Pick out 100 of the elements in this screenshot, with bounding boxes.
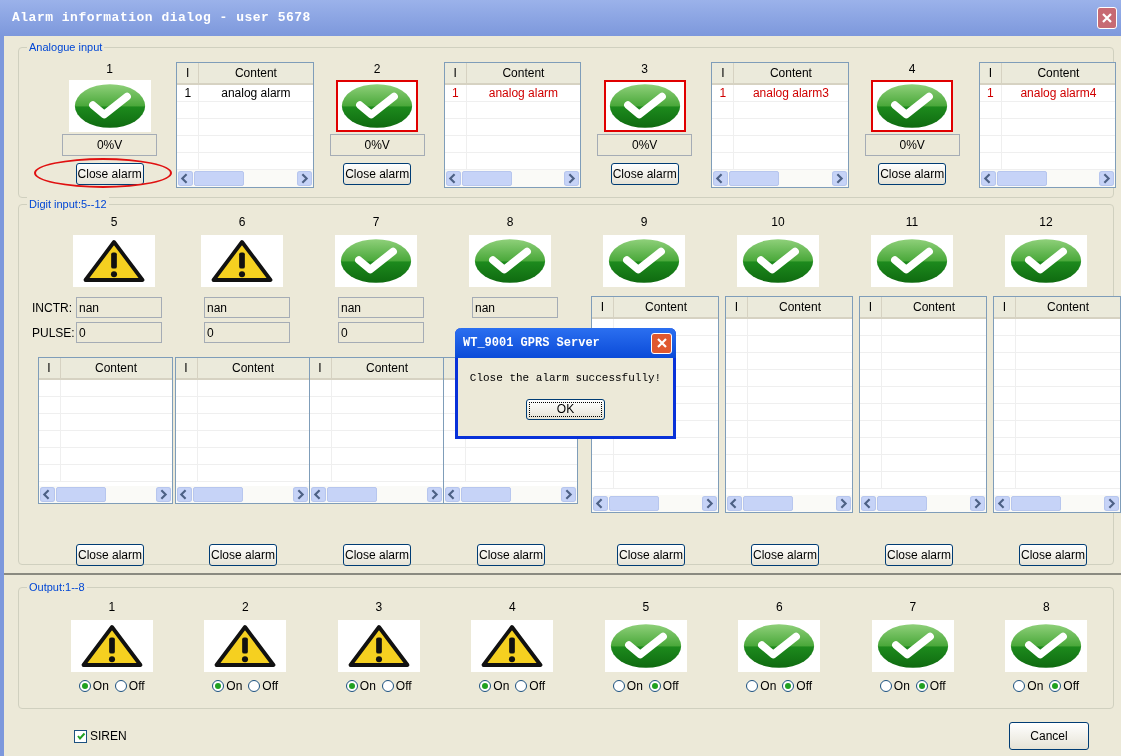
column-header: Content xyxy=(779,299,821,316)
input-field[interactable]: 0 xyxy=(338,322,424,343)
scroll-left-icon xyxy=(995,496,1010,511)
column-header: I xyxy=(600,299,605,316)
close-alarm-button[interactable]: Close alarm xyxy=(75,163,144,185)
radio-button[interactable]: Off xyxy=(114,677,145,695)
scrollbar-thumb[interactable] xyxy=(996,171,1047,186)
scrollbar-thumb[interactable] xyxy=(192,487,243,502)
radio-button[interactable]: Off xyxy=(1049,677,1080,695)
scrollbar-thumb[interactable] xyxy=(743,496,793,511)
cancel-button[interactable]: Cancel xyxy=(1009,722,1089,750)
close-button[interactable] xyxy=(1097,7,1117,29)
horizontal-scrollbar[interactable] xyxy=(309,486,443,503)
horizontal-scrollbar[interactable] xyxy=(994,495,1120,512)
column-header: Content xyxy=(95,360,137,377)
horizontal-scrollbar[interactable] xyxy=(443,486,577,503)
scrollbar-thumb[interactable] xyxy=(461,171,512,186)
radio-button[interactable]: On xyxy=(345,677,376,695)
scrollbar-thumb[interactable] xyxy=(326,487,377,502)
scrollbar-thumb[interactable] xyxy=(194,171,245,186)
column-header: Content xyxy=(1037,65,1080,82)
column-header: I xyxy=(47,360,51,377)
channel-number: 8 xyxy=(506,215,514,231)
horizontal-scrollbar[interactable] xyxy=(592,495,718,512)
scrollbar-thumb[interactable] xyxy=(1011,496,1061,511)
scroll-right-icon xyxy=(702,496,717,511)
table-cell: analog alarm xyxy=(221,85,291,102)
radio-button[interactable]: On xyxy=(212,677,243,695)
horizontal-scrollbar[interactable] xyxy=(444,170,581,187)
table-cell: 1 xyxy=(719,85,727,102)
scrollbar-thumb[interactable] xyxy=(55,487,106,502)
radio-button[interactable]: On xyxy=(746,677,777,695)
scroll-left-icon xyxy=(310,487,326,502)
close-alarm-button[interactable]: Close alarm xyxy=(617,544,685,566)
channel-number: 9 xyxy=(640,215,648,231)
radio-button[interactable]: On xyxy=(78,677,109,695)
radio-button[interactable]: On xyxy=(1013,677,1044,695)
column-header: I xyxy=(734,299,739,316)
close-alarm-button[interactable]: Close alarm xyxy=(343,544,411,566)
ok-button[interactable]: OK xyxy=(526,398,605,420)
close-alarm-button[interactable]: Close alarm xyxy=(343,163,412,185)
scroll-left-icon xyxy=(445,171,461,186)
group-title: Output:1--8 xyxy=(27,580,87,594)
column-header: Content xyxy=(1047,299,1089,316)
close-alarm-button[interactable]: Close alarm xyxy=(885,544,953,566)
radio-button[interactable]: Off xyxy=(381,677,412,695)
radio-button[interactable]: On xyxy=(479,677,510,695)
close-alarm-button[interactable]: Close alarm xyxy=(209,544,277,566)
scroll-left-icon xyxy=(444,487,460,502)
close-alarm-button[interactable]: Close alarm xyxy=(878,163,947,185)
horizontal-scrollbar[interactable] xyxy=(38,486,172,503)
close-icon xyxy=(655,337,668,349)
channel-number: 10 xyxy=(771,215,785,231)
close-alarm-button[interactable]: Close alarm xyxy=(610,163,679,185)
channel-number: 2 xyxy=(241,600,249,616)
close-button[interactable] xyxy=(651,332,672,354)
close-alarm-button[interactable]: Close alarm xyxy=(751,544,819,566)
radio-button[interactable]: Off xyxy=(648,677,679,695)
close-alarm-button[interactable]: Close alarm xyxy=(477,544,545,566)
radio-button[interactable]: Off xyxy=(915,677,946,695)
input-field[interactable]: nan xyxy=(472,297,558,318)
channel-number: 12 xyxy=(1039,215,1053,231)
radio-button[interactable]: Off xyxy=(248,677,279,695)
table-cell: 1 xyxy=(184,85,192,102)
column-header: Content xyxy=(366,360,408,377)
group-title: Analogue input xyxy=(27,40,105,54)
close-alarm-button[interactable]: Close alarm xyxy=(76,544,144,566)
input-field[interactable]: nan xyxy=(338,297,424,318)
input-field[interactable]: nan xyxy=(204,297,290,318)
close-alarm-button[interactable]: Close alarm xyxy=(1019,544,1087,566)
siren-checkbox[interactable]: SIREN xyxy=(74,727,127,745)
channel-number: 7 xyxy=(909,600,917,616)
dialog-title: WT_9001 GPRS Server xyxy=(463,335,600,352)
scrollbar-thumb[interactable] xyxy=(729,171,780,186)
channel-number: 3 xyxy=(641,62,648,78)
horizontal-scrollbar[interactable] xyxy=(175,486,309,503)
scroll-right-icon xyxy=(831,171,847,186)
horizontal-scrollbar[interactable] xyxy=(860,495,986,512)
channel-number: 8 xyxy=(1042,600,1050,616)
scroll-left-icon xyxy=(39,487,55,502)
close-icon xyxy=(1101,12,1113,24)
radio-button[interactable]: On xyxy=(879,677,910,695)
scrollbar-thumb[interactable] xyxy=(460,487,511,502)
dialog-message: Close the alarm successfully! xyxy=(468,371,663,386)
radio-button[interactable]: Off xyxy=(515,677,546,695)
scrollbar-thumb[interactable] xyxy=(877,496,927,511)
input-field[interactable]: 0 xyxy=(204,322,290,343)
horizontal-scrollbar[interactable] xyxy=(979,170,1116,187)
horizontal-scrollbar[interactable] xyxy=(177,170,313,187)
input-field[interactable]: 0 xyxy=(76,322,162,343)
horizontal-scrollbar[interactable] xyxy=(726,495,852,512)
horizontal-scrollbar[interactable] xyxy=(712,170,848,187)
channel-number: 5 xyxy=(110,215,118,231)
group-title: Digit input:5--12 xyxy=(27,197,109,211)
column-header: I xyxy=(988,65,992,82)
radio-button[interactable]: Off xyxy=(782,677,813,695)
scroll-left-icon xyxy=(727,496,742,511)
input-field[interactable]: nan xyxy=(76,297,162,318)
radio-button[interactable]: On xyxy=(612,677,643,695)
scrollbar-thumb[interactable] xyxy=(609,496,659,511)
